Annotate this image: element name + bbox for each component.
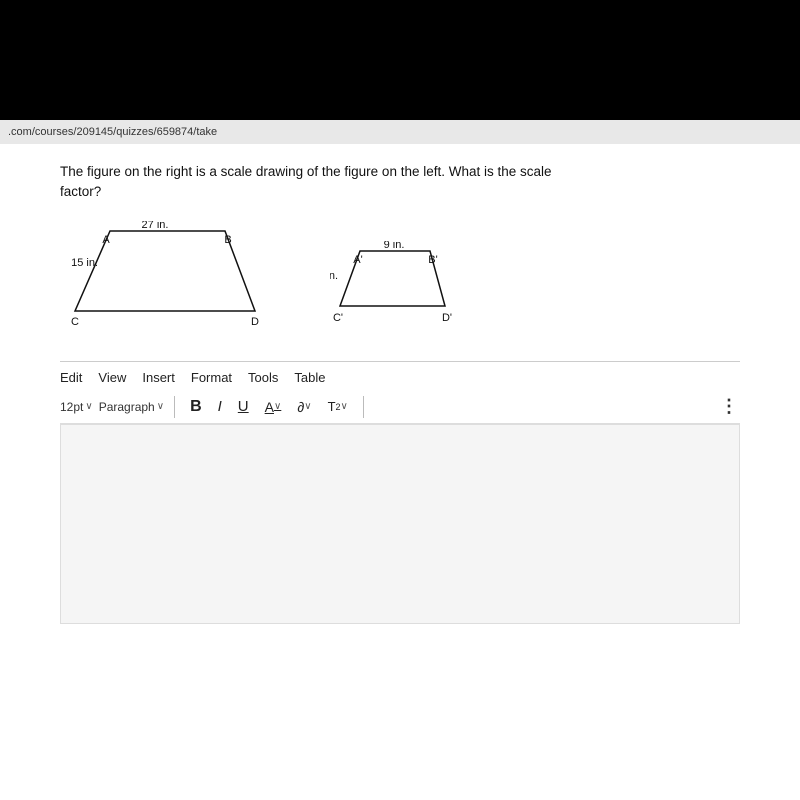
paragraph-selector[interactable]: Paragraph ∨ bbox=[99, 400, 164, 414]
url-text: .com/courses/209145/quizzes/659874/take bbox=[8, 126, 217, 138]
right-corner-b: B' bbox=[428, 254, 437, 266]
font-color-button[interactable]: A ∨ bbox=[260, 397, 287, 417]
bold-button[interactable]: B bbox=[185, 396, 207, 418]
menu-insert[interactable]: Insert bbox=[142, 370, 175, 385]
figure-left: 27 in. 15 in. A B C D bbox=[70, 221, 270, 331]
left-side-label: 15 in. bbox=[71, 257, 98, 269]
menu-table[interactable]: Table bbox=[294, 370, 325, 385]
right-corner-a: A' bbox=[353, 254, 362, 266]
editor-menubar: Edit View Insert Format Tools Table bbox=[60, 361, 740, 391]
highlight-button[interactable]: ∂ ∨ bbox=[292, 397, 316, 417]
right-corner-d: D' bbox=[442, 312, 452, 324]
superscript-chevron: ∨ bbox=[341, 401, 348, 412]
toolbar-divider-2 bbox=[363, 396, 364, 418]
figures-area: 27 in. 15 in. A B C D 9 in. 5 in. A' bbox=[70, 221, 740, 331]
right-corner-c: C' bbox=[333, 312, 343, 324]
highlight-chevron: ∨ bbox=[304, 401, 311, 412]
editor-toolbar: 12pt ∨ Paragraph ∨ B I U A ∨ ∂ ∨ T2 ∨ bbox=[60, 391, 740, 424]
left-corner-d: D bbox=[251, 316, 259, 328]
top-black-bar bbox=[0, 0, 800, 120]
font-size-selector[interactable]: 12pt ∨ bbox=[60, 400, 93, 414]
superscript-button[interactable]: T2 ∨ bbox=[323, 397, 353, 416]
menu-format[interactable]: Format bbox=[191, 370, 232, 385]
paragraph-chevron: ∨ bbox=[157, 401, 164, 412]
question-text: The figure on the right is a scale drawi… bbox=[60, 162, 740, 203]
italic-button[interactable]: I bbox=[213, 396, 227, 417]
font-size-chevron: ∨ bbox=[85, 401, 92, 412]
underline-button[interactable]: U bbox=[233, 396, 254, 417]
menu-view[interactable]: View bbox=[98, 370, 126, 385]
right-figure-svg: 9 in. 5 in. A' B' C' D' bbox=[330, 241, 460, 331]
main-content: The figure on the right is a scale drawi… bbox=[0, 144, 800, 800]
menu-tools[interactable]: Tools bbox=[248, 370, 278, 385]
font-color-chevron: ∨ bbox=[274, 401, 281, 412]
right-top-label: 9 in. bbox=[384, 241, 405, 251]
font-size-value: 12pt bbox=[60, 400, 83, 414]
content-inner: The figure on the right is a scale drawi… bbox=[60, 144, 740, 800]
left-figure-svg: 27 in. 15 in. A B C D bbox=[70, 221, 270, 341]
paragraph-value: Paragraph bbox=[99, 400, 155, 414]
figure-right: 9 in. 5 in. A' B' C' D' bbox=[330, 241, 450, 321]
editor-area[interactable] bbox=[60, 424, 740, 624]
right-side-label: 5 in. bbox=[330, 270, 338, 282]
left-corner-c: C bbox=[71, 316, 79, 328]
left-corner-a: A bbox=[102, 234, 110, 246]
url-bar: .com/courses/209145/quizzes/659874/take bbox=[0, 120, 800, 144]
left-corner-b: B bbox=[224, 234, 231, 246]
left-top-label: 27 in. bbox=[142, 221, 169, 231]
toolbar-divider-1 bbox=[174, 396, 175, 418]
more-options-button[interactable]: ⋮ bbox=[720, 396, 740, 417]
menu-edit[interactable]: Edit bbox=[60, 370, 82, 385]
